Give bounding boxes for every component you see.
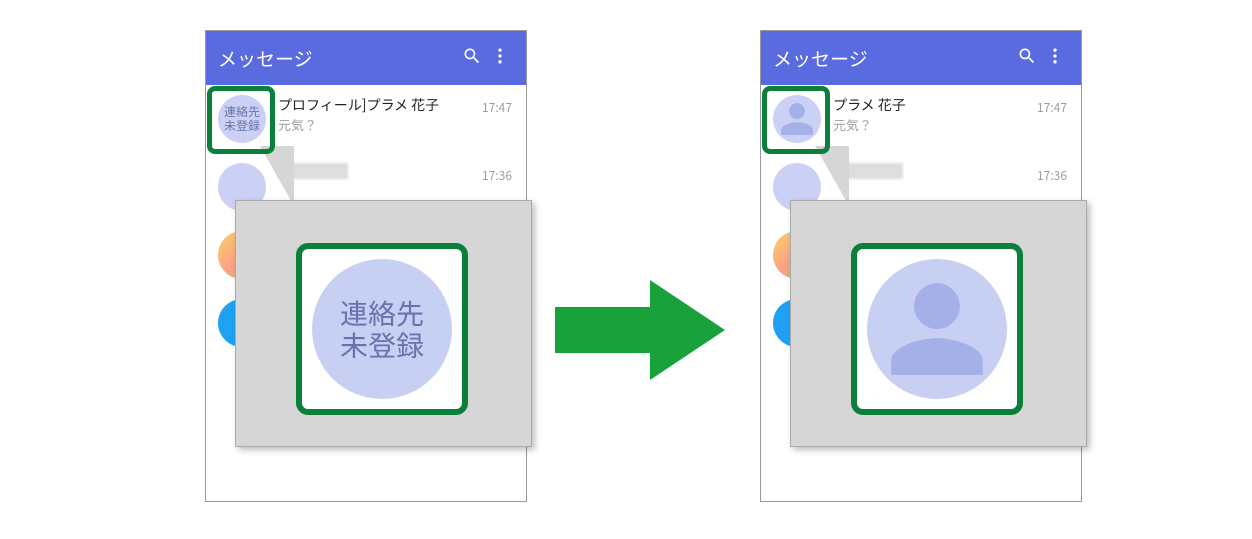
highlight-box-large bbox=[851, 243, 1023, 415]
avatar-default bbox=[773, 95, 821, 143]
more-icon[interactable] bbox=[486, 45, 514, 72]
avatar-default-large bbox=[867, 259, 1007, 399]
search-icon[interactable] bbox=[1013, 45, 1041, 72]
message-time: 17:47 bbox=[1037, 99, 1067, 116]
callout-magnified bbox=[790, 200, 1087, 447]
highlight-box-large: 連絡先 未登録 bbox=[296, 243, 468, 415]
message-time: 17:36 bbox=[482, 167, 512, 184]
app-header: メッセージ bbox=[206, 31, 526, 85]
message-time: 17:47 bbox=[482, 99, 512, 116]
avatar-unregistered-large: 連絡先 未登録 bbox=[312, 259, 452, 399]
list-item[interactable]: プラメ 花子 元気？ 17:47 bbox=[761, 85, 1081, 153]
message-preview: 元気？ bbox=[278, 115, 514, 134]
contact-name: プラメ 花子 bbox=[833, 95, 1069, 115]
callout-tail bbox=[815, 146, 849, 206]
contact-name: プロフィール]プラメ 花子 bbox=[278, 95, 514, 115]
avatar-text-line2: 未登録 bbox=[224, 117, 260, 134]
app-title: メッセージ bbox=[218, 45, 458, 72]
message-time: 17:36 bbox=[1037, 167, 1067, 184]
arrow-icon bbox=[550, 275, 730, 390]
search-icon[interactable] bbox=[458, 45, 486, 72]
avatar-large-l2: 未登録 bbox=[340, 325, 424, 365]
app-header: メッセージ bbox=[761, 31, 1081, 85]
callout-magnified: 連絡先 未登録 bbox=[235, 200, 532, 447]
message-preview: 元気？ bbox=[833, 115, 1069, 134]
avatar-unregistered: 連絡先 未登録 bbox=[218, 95, 266, 143]
callout-tail bbox=[260, 146, 294, 206]
list-item[interactable]: 連絡先 未登録 プロフィール]プラメ 花子 元気？ 17:47 bbox=[206, 85, 526, 153]
more-icon[interactable] bbox=[1041, 45, 1069, 72]
app-title: メッセージ bbox=[773, 45, 1013, 72]
